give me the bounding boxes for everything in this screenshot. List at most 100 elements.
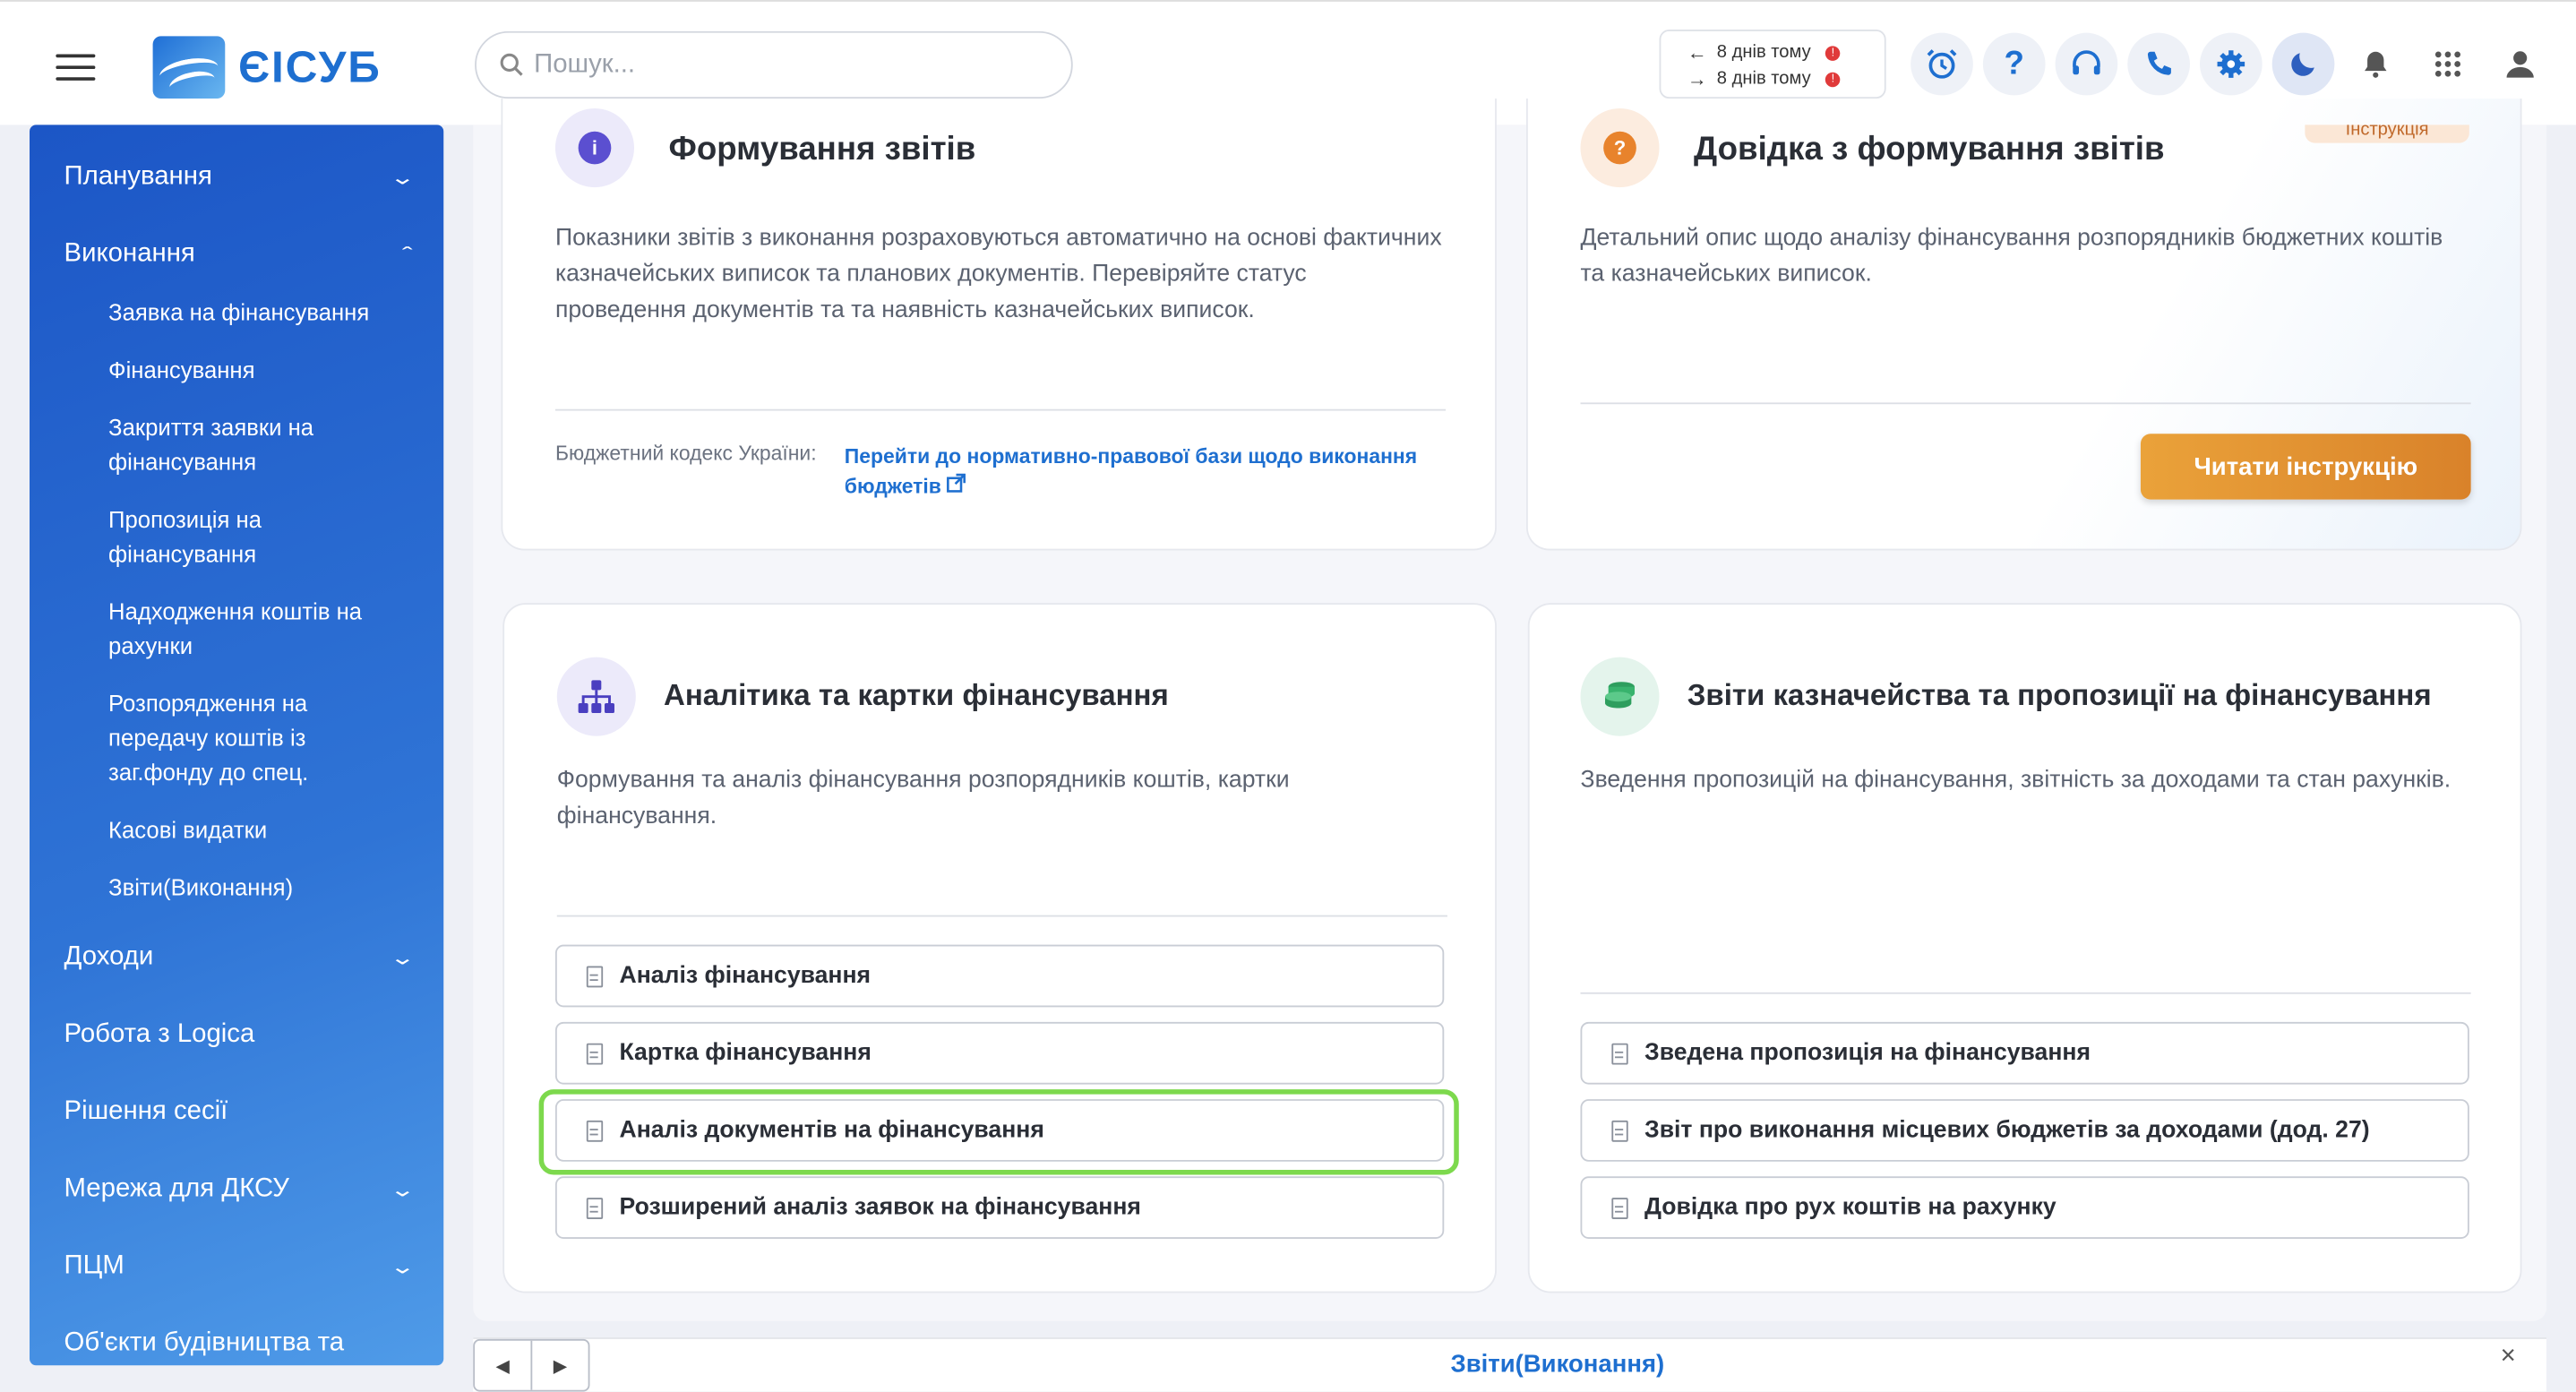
instruction-tag: Інструкція — [2305, 125, 2469, 143]
external-link-icon — [947, 473, 966, 493]
headset-icon[interactable] — [2055, 32, 2118, 96]
sidebar-subitem-transfer-order[interactable]: Розпорядження на передачу коштів із заг.… — [30, 687, 443, 791]
search-box[interactable] — [475, 30, 1073, 99]
sidebar-item-revenues[interactable]: Доходи ⌄ — [30, 918, 443, 995]
consolidated-proposal-button[interactable]: Зведена пропозиція на фінансування — [1580, 1021, 2469, 1085]
sidebar-item-pcm[interactable]: ПЦМ ⌄ — [30, 1227, 443, 1304]
question-icon: ? — [1580, 108, 1660, 188]
card-description: Формування та аналіз фінансування розпор… — [556, 767, 1290, 830]
coins-icon — [1580, 657, 1660, 736]
gear-icon[interactable] — [2199, 32, 2263, 96]
sidebar-subitem-reports[interactable]: Звіти(Виконання) — [30, 871, 443, 906]
funding-card-button[interactable]: Картка фінансування — [554, 1021, 1445, 1085]
sidebar-item-label: Об'єкти будівництва та — [64, 1328, 345, 1357]
logo-text: ЄІСУБ — [237, 41, 382, 91]
document-icon — [1611, 1120, 1628, 1141]
help-icon[interactable]: ? — [1982, 32, 2046, 96]
arrow-left-icon: ← — [1687, 40, 1707, 64]
sidebar-subitem-receipts[interactable]: Надходження коштів на рахунки — [30, 595, 443, 664]
chevron-down-icon: ⌄ — [389, 1254, 416, 1278]
logo[interactable]: ЄІСУБ — [152, 36, 382, 99]
sidebar-subitem-funding[interactable]: Фінансування — [30, 353, 443, 388]
history-back-label: 8 днів тому — [1716, 42, 1811, 63]
divider — [554, 408, 1447, 411]
card-forming-reports: i Формування звітів Показники звітів з в… — [501, 99, 1497, 551]
divider — [1580, 992, 2471, 994]
sidebar-item-label: Планування — [64, 161, 212, 190]
tab-prev-button[interactable]: ◀ — [475, 1340, 533, 1390]
sidebar-item-planning[interactable]: Планування ⌄ — [30, 138, 443, 215]
sidebar-item-label: Мережа для ДКСУ — [64, 1173, 289, 1202]
close-tab-icon[interactable]: × — [2501, 1343, 2516, 1372]
moon-icon[interactable] — [2271, 32, 2335, 96]
hierarchy-icon — [556, 657, 636, 736]
button-label: Довідка про рух коштів на рахунку — [1644, 1194, 2057, 1221]
document-icon — [586, 1042, 604, 1064]
arrow-right-icon: → — [1687, 67, 1707, 90]
history-forward[interactable]: → 8 днів тому! — [1687, 65, 1885, 91]
sidebar-subitem-funding-request[interactable]: Заявка на фінансування — [30, 296, 443, 331]
document-icon — [1611, 1197, 1628, 1219]
sidebar-item-label: Доходи — [64, 941, 154, 971]
sidebar-item-logica[interactable]: Робота з Logica — [30, 996, 443, 1073]
divider — [556, 915, 1447, 917]
sidebar-subitem-funding-proposal[interactable]: Пропозиція на фінансування — [30, 503, 443, 571]
alert-badge-icon: ! — [1825, 71, 1841, 87]
toolbar-icons: ? — [1911, 32, 2552, 96]
sidebar: Планування ⌄ Виконання ˆ Заявка на фінансу… — [30, 125, 444, 1366]
button-label: Звіт про виконання місцевих бюджетів за … — [1644, 1117, 2370, 1144]
sidebar-item-execution[interactable]: Виконання ˆ — [30, 215, 443, 292]
button-label: Аналіз фінансування — [619, 962, 872, 990]
app-window: ЄІСУБ ← 8 днів тому! → 8 днів тому! ? План… — [0, 0, 2576, 1392]
local-budgets-report-button[interactable]: Звіт про виконання місцевих бюджетів за … — [1580, 1099, 2469, 1162]
card-title: Аналітика та картки фінансування — [664, 678, 1169, 712]
card-title: Довідка з формування звітів — [1694, 131, 2165, 168]
document-icon — [1611, 1042, 1628, 1064]
sidebar-item-label: ПЦМ — [64, 1250, 125, 1279]
legal-base-link[interactable]: Перейти до нормативно-правової бази щодо… — [845, 442, 1453, 501]
button-label: Картка фінансування — [619, 1040, 872, 1067]
tab-next-button[interactable]: ▶ — [532, 1341, 588, 1390]
sidebar-item-construction[interactable]: Об'єкти будівництва та — [30, 1304, 443, 1365]
bell-icon[interactable] — [2344, 33, 2407, 96]
card-title: Формування звітів — [668, 131, 976, 168]
budget-code-label: Бюджетний кодекс України: — [554, 442, 817, 466]
extended-analysis-button[interactable]: Розширений аналіз заявок на фінансування — [554, 1176, 1445, 1239]
user-icon[interactable] — [2489, 33, 2552, 96]
button-label: Зведена пропозиція на фінансування — [1644, 1040, 2091, 1067]
document-icon — [586, 1197, 604, 1219]
sidebar-subitem-close-request[interactable]: Закриття заявки на фінансування — [30, 411, 443, 480]
document-icon — [586, 965, 604, 987]
info-icon: i — [554, 108, 635, 188]
history-back[interactable]: ← 8 днів тому! — [1687, 39, 1885, 65]
account-movement-button[interactable]: Довідка про рух коштів на рахунку — [1580, 1176, 2469, 1239]
sidebar-item-label: Виконання — [64, 238, 195, 268]
card-title: Звіти казначейства та пропозиції на фіна… — [1687, 678, 2432, 712]
history-navigation: ← 8 днів тому! → 8 днів тому! — [1659, 30, 1886, 99]
chevron-down-icon: ⌄ — [389, 1177, 416, 1200]
tab-pager: ◀ ▶ — [473, 1338, 590, 1392]
button-label: Розширений аналіз заявок на фінансування — [619, 1194, 1141, 1221]
logo-mark — [152, 36, 226, 99]
read-instruction-button[interactable]: Читати інструкцію — [2140, 434, 2471, 500]
phone-icon[interactable] — [2127, 32, 2190, 96]
history-forward-label: 8 днів тому — [1716, 69, 1811, 90]
sidebar-item-session-decisions[interactable]: Рішення сесії — [30, 1073, 443, 1150]
chevron-up-icon: ˆ — [402, 242, 413, 266]
search-icon — [500, 53, 523, 76]
apps-grid-icon[interactable] — [2417, 33, 2479, 96]
menu-icon[interactable] — [56, 54, 96, 81]
analysis-funding-button[interactable]: Аналіз фінансування — [554, 944, 1445, 1008]
sidebar-item-label: Рішення сесії — [64, 1096, 228, 1125]
divider — [1580, 402, 2471, 405]
sidebar-subitem-cash-expenses[interactable]: Касові видатки — [30, 813, 443, 848]
search-input[interactable] — [534, 49, 1027, 80]
alarm-clock-icon[interactable] — [1911, 32, 1973, 96]
sidebar-item-network[interactable]: Мережа для ДКСУ ⌄ — [30, 1150, 443, 1227]
card-description: Зведення пропозицій на фінансування, зві… — [1580, 767, 2451, 794]
tab-reports-execution[interactable]: Звіти(Виконання) — [1393, 1351, 1722, 1379]
chevron-down-icon: ⌄ — [389, 945, 416, 969]
highlight-frame — [538, 1089, 1459, 1175]
card-description: Детальний опис щодо аналізу фінансування… — [1580, 225, 2443, 288]
card-description: Показники звітів з виконання розраховуют… — [554, 225, 1442, 324]
